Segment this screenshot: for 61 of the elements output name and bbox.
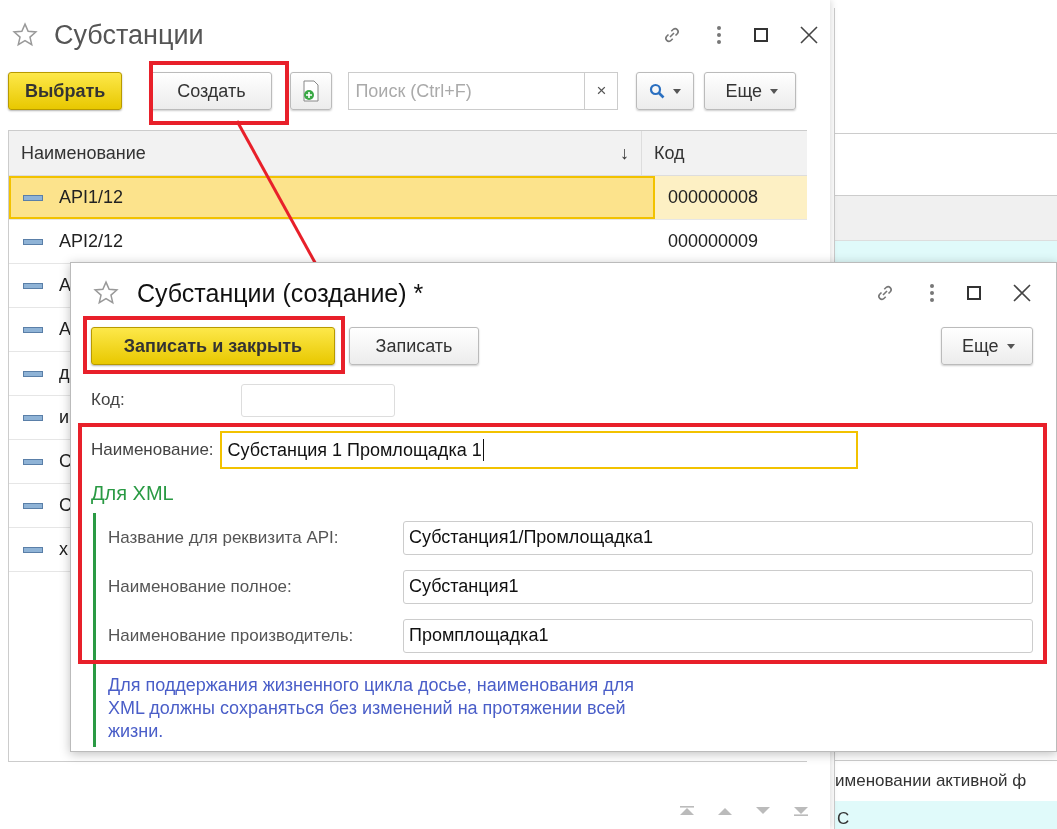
item-icon (23, 238, 43, 245)
more-icon[interactable] (716, 25, 722, 45)
table-cell: А (59, 275, 71, 296)
search-button[interactable] (636, 72, 695, 110)
table-row[interactable]: API1/12 000000008 (9, 176, 807, 220)
text-field[interactable]: Субстанция1/Промлощадка1 (403, 520, 1033, 555)
add-file-icon (301, 80, 322, 102)
more-button[interactable]: Еще (704, 72, 797, 110)
star-icon[interactable] (93, 280, 119, 306)
create-button[interactable]: Создать (150, 72, 273, 110)
table-cell: API2/12 (59, 231, 124, 252)
close-icon[interactable] (800, 26, 818, 44)
text-field[interactable]: Субстанция1 (403, 569, 1033, 604)
save-and-close-button[interactable]: Записать и закрыть (91, 327, 335, 365)
note-text: Для поддержания жизненного цикла досье, наименования для XML должны сохраняться без изменений на протяжении всей жизни. (108, 674, 636, 743)
item-icon (23, 194, 43, 201)
table-cell: 000000009 (668, 231, 759, 252)
item-icon (23, 326, 43, 333)
maximize-icon[interactable] (754, 28, 768, 42)
item-icon (23, 502, 43, 509)
field-label: Наименование: (91, 440, 214, 460)
item-icon (23, 282, 43, 289)
text-field[interactable]: Промплощадка1 (403, 618, 1033, 653)
dialog-title: Субстанции (создание) * (137, 278, 424, 308)
column-header[interactable]: Код (642, 131, 807, 175)
caret-icon (770, 88, 778, 94)
sort-arrow: ↓ (620, 142, 629, 164)
table-cell: и (59, 407, 70, 428)
table-cell: API1/12 (59, 187, 124, 208)
item-icon (23, 370, 43, 377)
close-icon[interactable] (1013, 284, 1031, 302)
search-icon (649, 83, 666, 99)
table-cell: А (59, 319, 71, 340)
clear-button[interactable]: × (584, 73, 618, 109)
table-cell: С (835, 801, 1057, 829)
search-field[interactable]: Поиск (Ctrl+F) × (348, 72, 619, 110)
field-label: Код: (91, 390, 126, 410)
add-copy-button[interactable] (290, 72, 333, 110)
caret-icon (1006, 343, 1015, 349)
more-icon[interactable] (929, 283, 935, 303)
window-title: Субстанции (54, 19, 204, 51)
save-button[interactable]: Записать (349, 327, 479, 365)
table-cell: 000000008 (668, 187, 759, 208)
item-icon (23, 414, 43, 421)
column-header[interactable]: Наименование ↓ (9, 131, 642, 175)
field-label: Наименование полное: (108, 576, 293, 597)
caret-icon (673, 88, 682, 94)
table-cell: х (59, 539, 68, 560)
group-title: Для XML (90, 482, 175, 505)
more-button[interactable]: Еще (941, 327, 1033, 365)
field-label: Наименование производитель: (108, 625, 355, 646)
field-label: Название для реквизита API: (108, 527, 340, 548)
item-icon (23, 458, 43, 465)
code-field[interactable] (241, 383, 395, 417)
name-field[interactable]: Субстанция 1 Промлощадка 1 (219, 431, 858, 469)
column-title: Наименование (21, 142, 146, 164)
star-icon[interactable] (12, 22, 38, 48)
select-button[interactable]: Выбрать (8, 72, 123, 110)
table-cell: д (59, 363, 70, 384)
maximize-icon[interactable] (967, 286, 981, 300)
item-icon (23, 546, 43, 553)
